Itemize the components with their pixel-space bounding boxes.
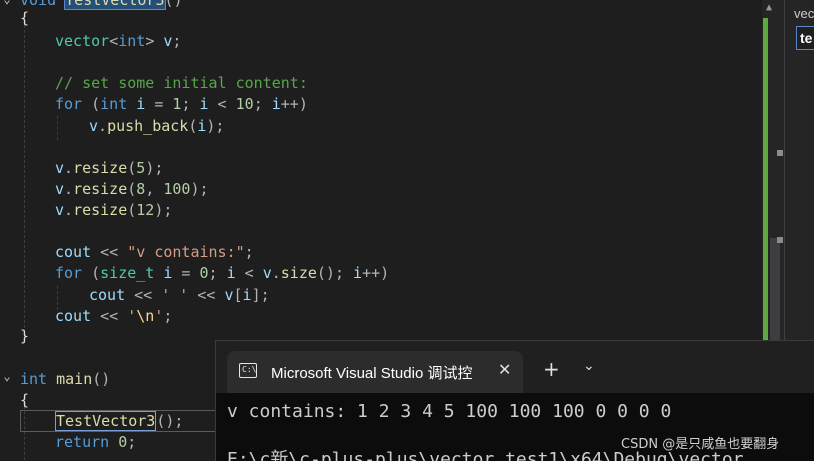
code-line: { xyxy=(20,9,30,27)
close-tab-icon[interactable]: ✕ xyxy=(498,360,511,379)
side-panel-selected-item[interactable]: te xyxy=(796,26,814,50)
code-line: for (int i = 1; i < 10; i++) xyxy=(55,95,308,113)
code-line: v.resize(8, 100); xyxy=(55,180,209,198)
console-icon: C:\ xyxy=(239,363,257,378)
fold-chevron-icon[interactable]: ⌄ xyxy=(0,0,14,10)
indent-guide xyxy=(24,20,25,338)
scrollbar-thumb[interactable] xyxy=(770,238,780,340)
code-line: { xyxy=(20,391,30,409)
code-line: v.push_back(i); xyxy=(89,117,225,135)
code-line: for (size_t i = 0; i < v.size(); i++) xyxy=(55,264,390,282)
code-line: return 0; xyxy=(55,433,137,451)
scroll-up-arrow-icon[interactable]: ▲ xyxy=(766,2,772,13)
new-tab-button[interactable]: + xyxy=(543,359,560,379)
fold-chevron-icon[interactable]: ⌄ xyxy=(0,366,14,387)
watermark: CSDN @是只咸鱼也要翻身 xyxy=(621,437,780,452)
code-line: v.resize(12); xyxy=(55,201,173,219)
terminal-tab-title: Microsoft Visual Studio 调试控 xyxy=(271,365,473,382)
code-line: int main() xyxy=(20,370,111,388)
code-line: cout << "v contains:"; xyxy=(55,243,254,261)
terminal-tab[interactable]: C:\ Microsoft Visual Studio 调试控 ✕ xyxy=(227,351,523,393)
terminal-tab-bar: C:\ Microsoft Visual Studio 调试控 ✕ + ⌄ xyxy=(216,341,814,393)
terminal-output-line: v contains: 1 2 3 4 5 100 100 100 0 0 0 … xyxy=(227,401,672,422)
code-line: vector<int> v; xyxy=(55,32,182,50)
code-line: } xyxy=(20,327,30,345)
scroll-marker xyxy=(777,237,783,243)
change-marker xyxy=(763,18,768,340)
chevron-down-icon[interactable]: ⌄ xyxy=(583,358,595,374)
code-line: cout << ' ' << v[i]; xyxy=(89,286,270,304)
code-line: cout << '\n'; xyxy=(55,307,173,325)
function-call-highlight[interactable]: TestVector3 xyxy=(55,411,157,431)
scroll-marker xyxy=(777,150,783,156)
indent-guide xyxy=(57,116,58,140)
code-line: v.resize(5); xyxy=(55,159,164,177)
function-name-highlight[interactable]: TestVector3 xyxy=(64,0,166,10)
side-panel-label: vec xyxy=(794,6,814,21)
code-comment: // set some initial content: xyxy=(55,74,308,92)
code-line: void TestVector3() xyxy=(20,0,183,11)
code-line: TestVector3(); xyxy=(55,411,184,431)
